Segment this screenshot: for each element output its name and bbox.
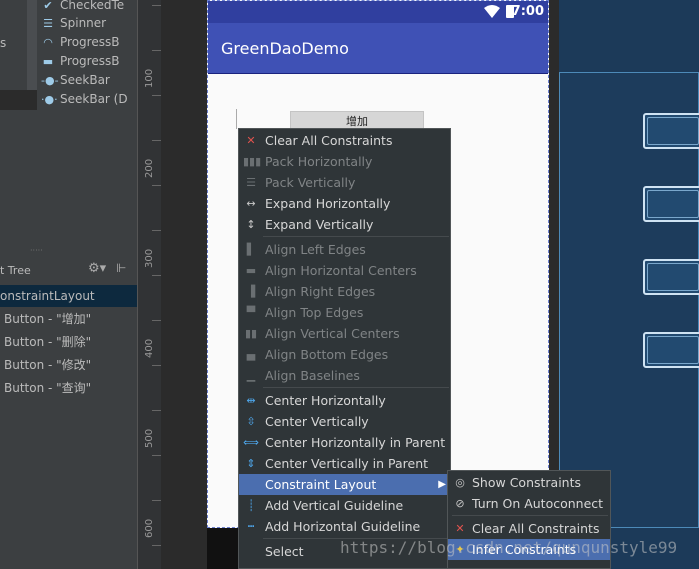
- guideline-handle[interactable]: [236, 109, 245, 129]
- submenu-item-turn-on-autoconnect[interactable]: ⊘ Turn On Autoconnect: [448, 493, 610, 514]
- align-vcenter-icon: ▮▮: [244, 327, 258, 340]
- menu-item-expand-horizontally[interactable]: ↔ Expand Horizontally: [239, 193, 450, 214]
- menu-item-align-right-edges[interactable]: ▐ Align Right Edges: [239, 281, 450, 302]
- vertical-ruler: 100 200 300 400 500 600: [137, 0, 162, 569]
- blueprint-button[interactable]: [643, 113, 699, 149]
- blueprint-button[interactable]: [643, 186, 699, 222]
- menu-item-center-vertically-in-parent[interactable]: ⇕ Center Vertically in Parent: [239, 453, 450, 474]
- menu-item-expand-vertically[interactable]: ↕ Expand Vertically: [239, 214, 450, 235]
- menu-item-pack-vertically[interactable]: ☰ Pack Vertically: [239, 172, 450, 193]
- clear-constraints-icon: ✕: [455, 522, 465, 535]
- menu-item-center-horizontally-in-parent[interactable]: ⟺ Center Horizontally in Parent: [239, 432, 450, 453]
- progressbar-horizontal-icon: ▬: [42, 55, 54, 68]
- submenu-arrow-icon: ▶: [438, 479, 446, 490]
- autoconnect-icon: ⊘: [455, 497, 465, 510]
- expand-vertical-icon: ↕: [246, 218, 256, 231]
- menu-separator: [263, 236, 449, 237]
- palette-category-panel: s: [0, 0, 27, 90]
- tree-row-root-selected[interactable]: onstraintLayout: [0, 285, 137, 307]
- center-horizontal-icon: ⇹: [246, 394, 256, 407]
- align-top-icon: ▀: [246, 306, 256, 319]
- menu-item-pack-horizontally[interactable]: ▮▮▮ Pack Horizontally: [239, 151, 450, 172]
- pack-vertical-icon: ☰: [246, 176, 256, 189]
- menu-item-align-bottom-edges[interactable]: ▄ Align Bottom Edges: [239, 344, 450, 365]
- clear-constraints-icon: ✕: [246, 134, 256, 147]
- tree-row-label: onstraintLayout: [0, 289, 95, 303]
- tree-row-button[interactable]: Button - "删除": [4, 331, 91, 353]
- palette-item-spinner[interactable]: ☰ Spinner: [41, 14, 106, 33]
- submenu-item-show-constraints[interactable]: ◎ Show Constraints: [448, 472, 610, 493]
- seekbar-icon: -●-: [41, 74, 59, 87]
- menu-item-center-horizontally[interactable]: ⇹ Center Horizontally: [239, 390, 450, 411]
- palette-item-seekbar[interactable]: -●-SeekBar: [41, 71, 110, 90]
- gear-icon[interactable]: ⚙▾: [88, 261, 106, 276]
- palette-item-progressbar[interactable]: ◠ ProgressB: [41, 33, 119, 52]
- menu-item-add-horizontal-guideline[interactable]: ┅ Add Horizontal Guideline: [239, 516, 450, 537]
- menu-item-align-vertical-centers[interactable]: ▮▮ Align Vertical Centers: [239, 323, 450, 344]
- menu-separator: [263, 387, 449, 388]
- ruler-label: 100: [144, 68, 155, 88]
- align-left-icon: ▌: [246, 243, 256, 256]
- tree-row-button[interactable]: Button - "增加": [4, 308, 91, 330]
- center-vertical-icon: ⇳: [246, 415, 256, 428]
- checkbox-icon: ✔: [43, 0, 53, 12]
- ruler-label: 500: [144, 428, 155, 448]
- align-hcenter-icon: ▬: [245, 264, 257, 277]
- wifi-icon: [484, 5, 500, 18]
- palette-item-progressbar-horizontal[interactable]: ▬ ProgressB: [41, 52, 120, 71]
- menu-item-clear-all-constraints[interactable]: ✕ Clear All Constraints: [239, 130, 450, 151]
- menu-item-constraint-layout[interactable]: Constraint Layout ▶: [239, 474, 450, 495]
- menu-item-align-baselines[interactable]: ▁ Align Baselines: [239, 365, 450, 386]
- progressbar-icon: ◠: [43, 36, 53, 49]
- tree-row-button[interactable]: Button - "修改": [4, 354, 91, 376]
- submenu-item-clear-all-constraints[interactable]: ✕ Clear All Constraints: [448, 518, 610, 539]
- splitter-handle[interactable]: ·····: [30, 247, 43, 255]
- center-vertical-parent-icon: ⇕: [246, 457, 256, 470]
- menu-item-center-vertically[interactable]: ⇳ Center Vertically: [239, 411, 450, 432]
- vertical-guideline-icon: ┊: [247, 499, 255, 512]
- palette-list: ✔ CheckedTe ☰ Spinner ◠ ProgressB ▬ Progress…: [37, 0, 137, 110]
- design-canvas-margin: [161, 0, 207, 569]
- expand-horizontal-icon: ↔: [246, 197, 256, 210]
- ruler-label: 400: [144, 338, 155, 358]
- pack-horizontal-icon: ▮▮▮: [243, 155, 262, 168]
- component-tree-header: t Tree ⚙▾ ⊩: [0, 258, 137, 284]
- app-title: GreenDaoDemo: [221, 39, 349, 58]
- pin-icon[interactable]: ⊩: [116, 261, 126, 275]
- menu-item-add-vertical-guideline[interactable]: ┊ Add Vertical Guideline: [239, 495, 450, 516]
- blueprint-button[interactable]: [643, 259, 699, 295]
- palette-item-checkedtextview[interactable]: ✔ CheckedTe: [41, 0, 124, 15]
- ruler-label: 600: [144, 518, 155, 538]
- spinner-icon: ☰: [43, 17, 53, 30]
- tree-row-button[interactable]: Button - "查询": [4, 377, 91, 399]
- context-menu: ✕ Clear All Constraints ▮▮▮ Pack Horizonta…: [238, 128, 451, 569]
- app-bar: GreenDaoDemo: [208, 23, 548, 73]
- blueprint-button[interactable]: [643, 332, 699, 368]
- ruler-label: 300: [144, 248, 155, 268]
- status-bar: 7:00: [208, 1, 548, 23]
- show-constraints-icon: ◎: [455, 476, 465, 489]
- horizontal-guideline-icon: ┅: [247, 520, 255, 533]
- align-baseline-icon: ▁: [246, 369, 256, 382]
- align-bottom-icon: ▄: [246, 348, 256, 361]
- ruler-label: 200: [144, 158, 155, 178]
- menu-separator: [452, 515, 608, 516]
- palette-item-seekbar-discrete[interactable]: ·●· SeekBar (D: [41, 90, 128, 109]
- menu-item-align-left-edges[interactable]: ▌ Align Left Edges: [239, 239, 450, 260]
- watermark: https://blog.csdn.net/qunqunstyle99: [340, 538, 678, 557]
- menu-item-align-top-edges[interactable]: ▀ Align Top Edges: [239, 302, 450, 323]
- status-time: 7:00: [511, 4, 544, 19]
- align-right-icon: ▐: [246, 285, 256, 298]
- menu-item-align-horizontal-centers[interactable]: ▬ Align Horizontal Centers: [239, 260, 450, 281]
- component-tree-title: t Tree: [0, 264, 31, 277]
- center-horizontal-parent-icon: ⟺: [243, 436, 259, 449]
- palette-scrollbar[interactable]: [27, 0, 37, 90]
- palette-category-fragment: s: [0, 36, 7, 50]
- seekbar-discrete-icon: ·●·: [41, 93, 58, 106]
